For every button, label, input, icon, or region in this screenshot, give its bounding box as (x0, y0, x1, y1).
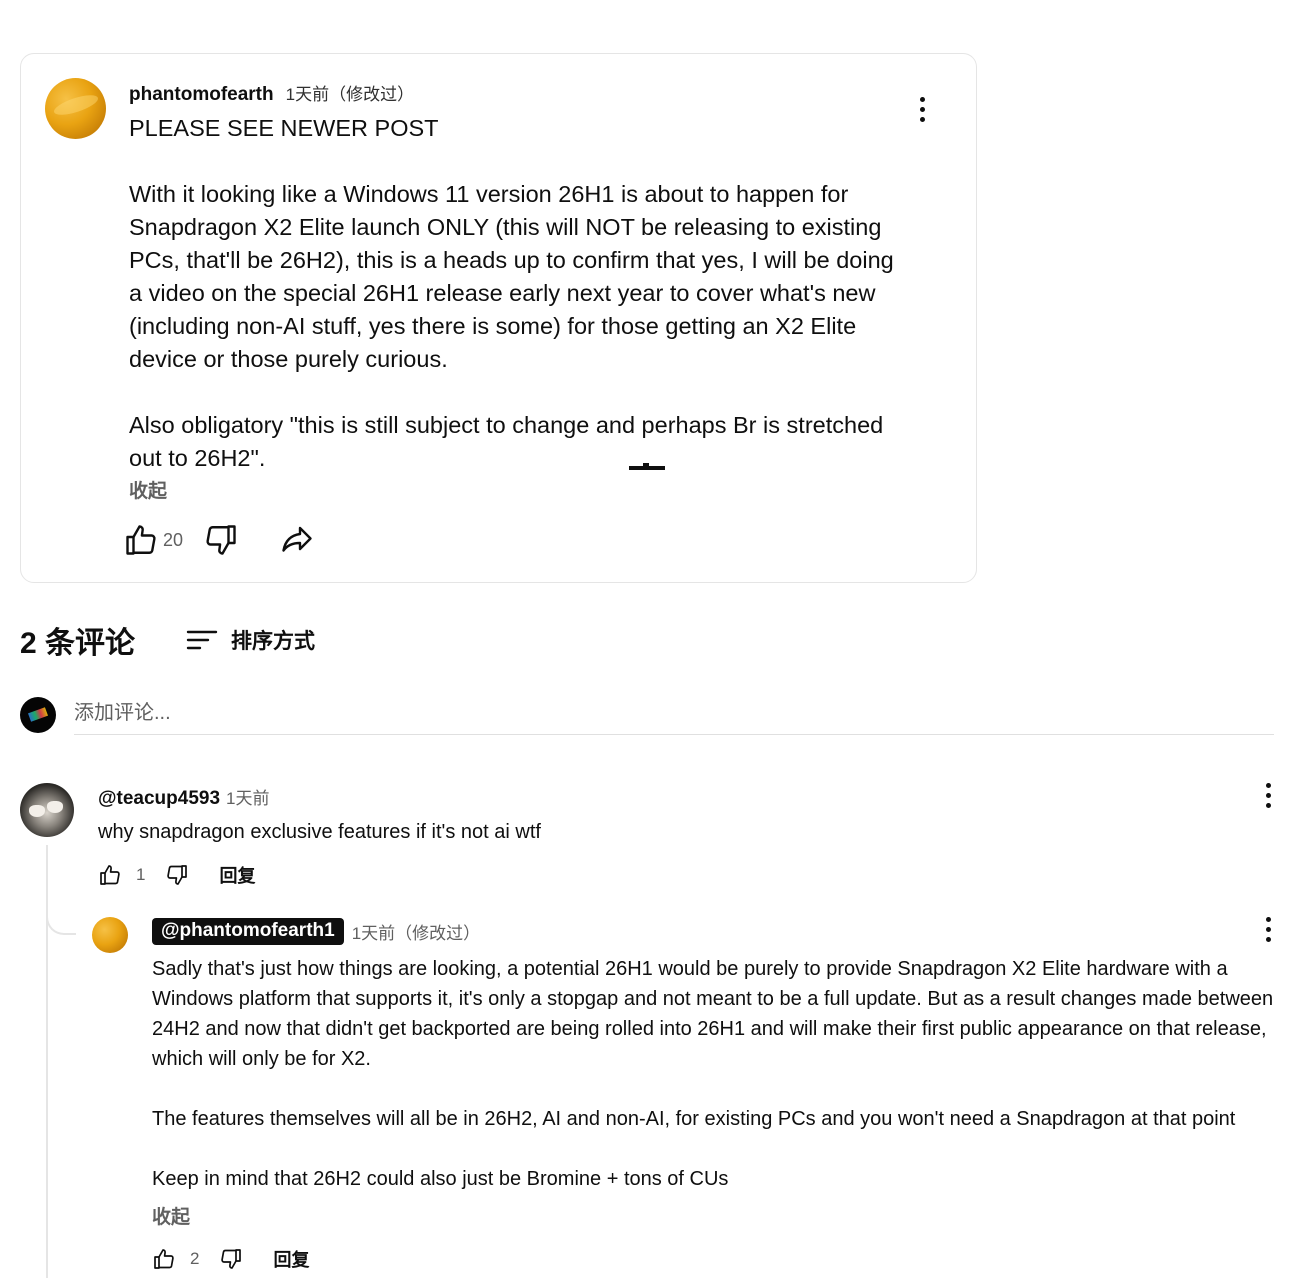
post-header: phantomofearth 1天前（修改过） (129, 80, 414, 106)
thumb-down-icon (221, 1249, 242, 1269)
comments-header: 2 条评论 排序方式 (20, 618, 315, 662)
sort-label: 排序方式 (231, 630, 316, 653)
more-vert-icon-dot (1265, 802, 1271, 808)
comment-text: why snapdragon exclusive features if it'… (98, 821, 541, 843)
more-vert-icon-dot (1265, 792, 1271, 798)
text-cursor-icon (629, 463, 665, 470)
comment-dislike-button[interactable] (165, 863, 189, 887)
post-collapse-button[interactable]: 收起 (129, 476, 167, 503)
more-vert-icon-dot (1265, 936, 1271, 942)
thumb-up-icon (154, 1249, 174, 1269)
more-vert-icon-dot (1265, 926, 1271, 932)
more-vert-icon (1265, 782, 1271, 788)
sort-button[interactable]: 排序方式 (185, 625, 315, 655)
reply-dislike-button[interactable] (219, 1247, 243, 1271)
more-vert-icon-dot (919, 106, 925, 112)
reply-more-button[interactable] (1255, 914, 1281, 944)
more-vert-icon (919, 96, 925, 102)
post-body-text: PLEASE SEE NEWER POST With it looking li… (129, 115, 894, 471)
thumb-up-icon (100, 865, 120, 885)
thumb-down-icon (167, 865, 188, 885)
post-like-count: 20 (163, 529, 184, 550)
community-post-card: phantomofearth 1天前（修改过） PLEASE SEE NEWER… (20, 53, 977, 583)
reply-action-bar: 2 回复 (152, 1246, 309, 1272)
post-timestamp[interactable]: 1天前（修改过） (286, 80, 414, 105)
post-more-button[interactable] (909, 94, 935, 124)
comment-timestamp[interactable]: 1天前 (226, 784, 269, 809)
comment-header: @teacup4593 1天前 (98, 784, 270, 810)
reply-author-avatar[interactable] (92, 917, 128, 953)
post-share-button[interactable] (279, 522, 315, 558)
comment-action-bar: 1 回复 (98, 862, 255, 888)
comment-like-count: 1 (136, 865, 146, 884)
reply-like-button[interactable] (152, 1247, 176, 1271)
add-comment-input[interactable]: 添加评论... (74, 698, 1274, 735)
post-dislike-button[interactable] (203, 522, 239, 558)
reply-like-count: 2 (190, 1249, 200, 1268)
more-vert-icon (1265, 916, 1271, 922)
post-author-avatar[interactable] (45, 78, 106, 139)
thumb-up-icon (126, 525, 156, 555)
share-icon (282, 526, 312, 552)
sort-icon (186, 630, 218, 650)
comment-reply-button[interactable]: 回复 (219, 862, 255, 888)
comment-author-avatar[interactable] (20, 783, 74, 837)
more-vert-icon-dot (919, 116, 925, 122)
post-like-button[interactable] (123, 522, 159, 558)
reply-collapse-button[interactable]: 收起 (152, 1202, 190, 1229)
thread-connector (46, 895, 76, 935)
comment-more-button[interactable] (1255, 780, 1281, 810)
reply-text: Sadly that's just how things are looking… (152, 958, 1274, 1190)
comments-count: 2 条评论 (20, 627, 136, 660)
current-user-avatar (20, 697, 56, 733)
thumb-down-icon (206, 525, 236, 555)
reply-header: @phantomofearth1 1天前（修改过） (152, 918, 480, 945)
comment-author-name[interactable]: @teacup4593 (98, 788, 220, 810)
post-action-bar: 20 (123, 522, 315, 558)
reply-timestamp[interactable]: 1天前（修改过） (352, 919, 480, 944)
add-comment-placeholder: 添加评论... (74, 702, 171, 724)
post-author-name[interactable]: phantomofearth (129, 84, 274, 106)
reply-reply-button[interactable]: 回复 (273, 1246, 309, 1272)
reply-author-badge[interactable]: @phantomofearth1 (152, 918, 344, 945)
comment-like-button[interactable] (98, 863, 122, 887)
